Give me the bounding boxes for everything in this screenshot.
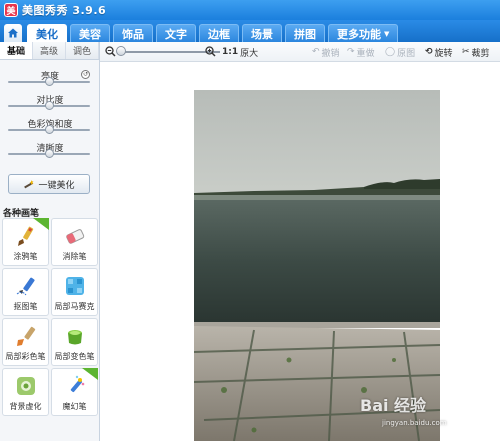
undo-label: 撤销 xyxy=(321,48,340,59)
new-badge-icon xyxy=(82,368,98,380)
brush-label: 局部变色笔 xyxy=(54,352,95,361)
original-image-button[interactable]: ◯ 原图 xyxy=(385,45,415,59)
crop-button[interactable]: ✂ 裁剪 xyxy=(462,45,490,59)
slider-handle[interactable] xyxy=(44,77,54,86)
undo-icon: ↶ xyxy=(312,47,320,57)
color-brush-icon xyxy=(16,326,35,346)
tab-beautify[interactable]: 美化 xyxy=(27,24,67,42)
subtab-bar: 基础 高级 调色 xyxy=(0,42,99,60)
tab-more-label: 更多功能 xyxy=(337,27,381,41)
rotate-button[interactable]: ⟲ 旋转 xyxy=(425,45,453,59)
brush-label: 消除笔 xyxy=(62,252,87,261)
actual-size-button[interactable]: 1:1 原大 xyxy=(222,45,258,59)
original-image-icon: ◯ xyxy=(385,47,396,57)
one-key-beautify-button[interactable]: 一键美化 xyxy=(8,174,90,194)
new-badge-icon xyxy=(33,218,49,230)
tab-accessories[interactable]: 饰品 xyxy=(113,24,153,42)
undo-button[interactable]: ↶ 撤销 xyxy=(312,45,340,59)
main-nav: 美化 美容 饰品 文字 边框 场景 拼图 更多功能 ▼ xyxy=(0,20,500,42)
brush-magic[interactable]: 魔幻笔 xyxy=(51,368,98,416)
tab-more-functions[interactable]: 更多功能 ▼ xyxy=(328,24,399,42)
subtab-advanced[interactable]: 高级 xyxy=(33,42,66,59)
watermark-url: jingyan.baidu.com xyxy=(382,419,447,427)
app-logo-icon: 美 xyxy=(4,3,18,17)
tab-face[interactable]: 美容 xyxy=(70,24,110,42)
rotate-icon: ⟲ xyxy=(425,47,433,57)
slider-handle[interactable] xyxy=(44,125,54,134)
crop-icon: ✂ xyxy=(462,47,470,57)
edit-toolbar: 1:1 原大 ↶ 撤销 ↷ 重做 ◯ 原图 ⟲ 旋转 ✂ 裁剪 xyxy=(100,42,500,62)
original-image-label: 原图 xyxy=(397,48,416,59)
crop-label: 裁剪 xyxy=(471,48,490,59)
eraser-icon xyxy=(65,229,84,244)
watermark-logo: Bai 经验 xyxy=(360,396,427,415)
brush-label: 局部彩色笔 xyxy=(5,352,46,361)
original-size-label: 原大 xyxy=(240,48,259,59)
slider-brightness: 亮度 xyxy=(0,66,99,90)
edited-photo[interactable] xyxy=(194,90,440,441)
slider-handle[interactable] xyxy=(44,101,54,110)
paint-bucket-icon xyxy=(67,330,82,345)
tab-border[interactable]: 边框 xyxy=(199,24,239,42)
one-key-label: 一键美化 xyxy=(38,180,75,191)
brush-background-blur[interactable]: 背景虚化 xyxy=(2,368,49,416)
title-bar: 美 美图秀秀 3.9.6 xyxy=(0,0,500,20)
brush-label: 抠图笔 xyxy=(13,302,38,311)
left-panel: 基础 高级 调色 ↺ 亮度 对比度 色彩饱和度 清晰度 一键美化 各种画笔 xyxy=(0,42,100,441)
brush-local-recolor[interactable]: 局部变色笔 xyxy=(51,318,98,366)
zoom-slider-handle[interactable] xyxy=(116,46,126,56)
subtab-color[interactable]: 调色 xyxy=(66,42,99,59)
slider-contrast: 对比度 xyxy=(0,90,99,114)
app-title: 美图秀秀 3.9.6 xyxy=(22,4,107,17)
brush-local-mosaic[interactable]: 局部马赛克 xyxy=(51,268,98,316)
mosaic-icon xyxy=(65,277,84,295)
cutout-pen-icon xyxy=(16,277,35,296)
slider-handle[interactable] xyxy=(44,149,54,158)
redo-button[interactable]: ↷ 重做 xyxy=(347,45,375,59)
tab-scene[interactable]: 场景 xyxy=(242,24,282,42)
redo-icon: ↷ xyxy=(347,47,355,57)
home-icon xyxy=(8,28,18,38)
canvas-area xyxy=(100,62,500,441)
home-button[interactable] xyxy=(4,24,22,42)
brush-label: 涂鸦笔 xyxy=(13,252,38,261)
brush-label: 魔幻笔 xyxy=(62,402,87,411)
brush-grid: 涂鸦笔 消除笔 抠图笔 局部马赛克 局部彩色笔 局部变色笔 背景虚化 魔幻笔 xyxy=(0,218,100,416)
brush-label: 局部马赛克 xyxy=(54,302,95,311)
slider-sharpness: 清晰度 xyxy=(0,138,99,162)
brush-eraser[interactable]: 消除笔 xyxy=(51,218,98,266)
zoom-out-icon[interactable] xyxy=(105,46,116,57)
tab-text[interactable]: 文字 xyxy=(156,24,196,42)
tab-collage[interactable]: 拼图 xyxy=(285,24,325,42)
subtab-basic[interactable]: 基础 xyxy=(0,42,33,59)
brush-doodle[interactable]: 涂鸦笔 xyxy=(2,218,49,266)
magic-wand-icon xyxy=(24,180,34,189)
rotate-label: 旋转 xyxy=(434,48,453,59)
brush-cutout[interactable]: 抠图笔 xyxy=(2,268,49,316)
redo-label: 重做 xyxy=(356,48,375,59)
blur-icon xyxy=(16,377,35,395)
brush-local-color[interactable]: 局部彩色笔 xyxy=(2,318,49,366)
zoom-ratio-label: 1:1 xyxy=(222,47,239,57)
brush-label: 背景虚化 xyxy=(9,402,42,411)
zoom-in-icon[interactable] xyxy=(205,46,216,57)
chevron-down-icon: ▼ xyxy=(384,29,390,38)
slider-saturation: 色彩饱和度 xyxy=(0,114,99,138)
